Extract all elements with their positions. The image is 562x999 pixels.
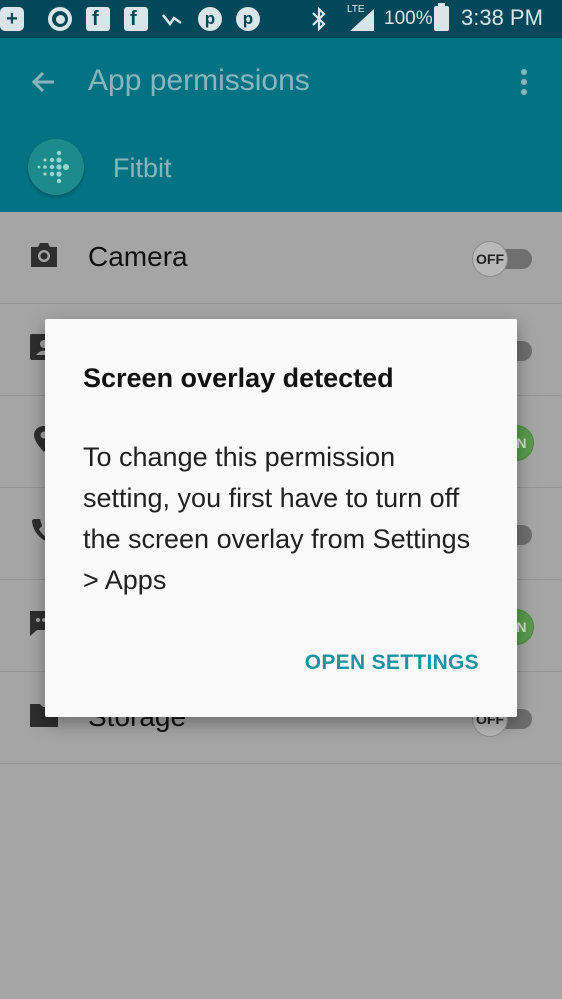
circle-app-icon	[48, 7, 72, 31]
facebook-icon: f	[86, 7, 110, 31]
battery-percent: 100%	[384, 8, 433, 29]
network-type: LTE	[347, 4, 365, 15]
back-arrow-icon[interactable]	[28, 66, 60, 98]
open-settings-button[interactable]: OPEN SETTINGS	[305, 651, 479, 675]
screen-overlay-dialog: Screen overlay detected To change this p…	[45, 319, 517, 717]
toggle-state: OFF	[472, 241, 508, 277]
bluetooth-icon	[307, 6, 331, 32]
pinterest-icon: p	[236, 7, 260, 31]
permission-label: Camera	[88, 241, 188, 272]
page-title: App permissions	[88, 64, 310, 97]
fitbit-app-icon	[28, 139, 84, 195]
dialog-title: Screen overlay detected	[83, 363, 394, 393]
add-icon: +	[0, 7, 24, 31]
facebook-icon: f	[124, 7, 148, 31]
more-options-icon[interactable]	[512, 66, 536, 98]
camera-toggle[interactable]: OFF	[472, 241, 532, 277]
check-mark-icon	[160, 7, 184, 31]
camera-icon	[28, 241, 60, 269]
status-bar: + f f p p LTE 100% 3:38 PM	[0, 0, 562, 38]
dialog-message: To change this permission setting, you f…	[83, 442, 471, 595]
permission-row-camera: Camera OFF	[0, 212, 562, 304]
clock: 3:38 PM	[461, 5, 543, 30]
pinterest-icon: p	[198, 7, 222, 31]
app-name: Fitbit	[113, 153, 172, 183]
battery-icon	[434, 3, 449, 31]
